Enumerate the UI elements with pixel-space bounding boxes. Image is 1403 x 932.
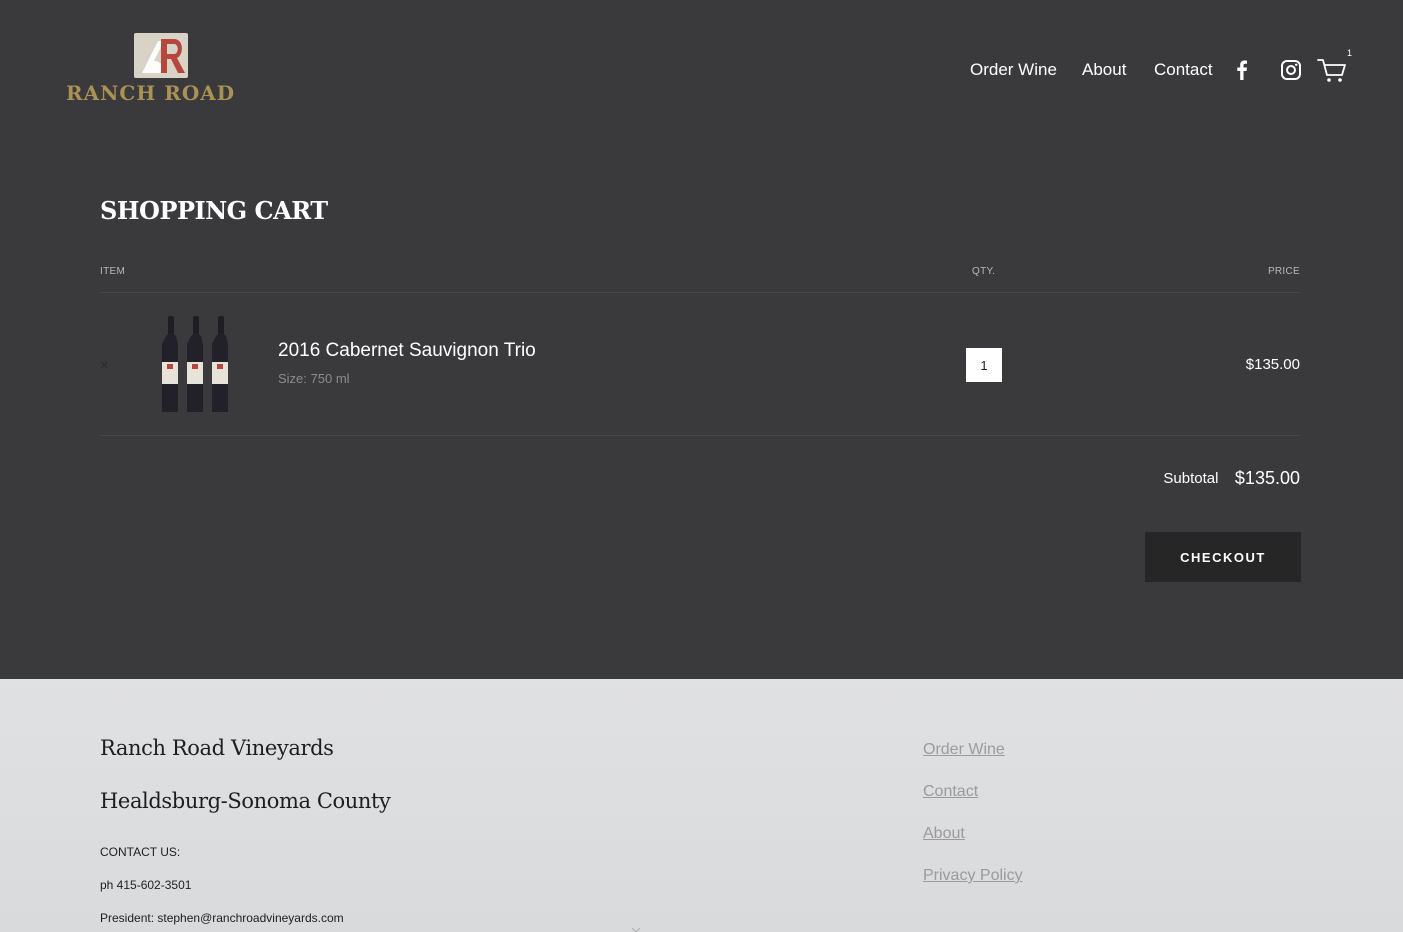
- footer-link-privacy-policy[interactable]: Privacy Policy: [923, 867, 1023, 885]
- quantity-input[interactable]: [966, 348, 1002, 382]
- subtotal-row: Subtotal $135.00: [1163, 468, 1300, 489]
- site-header: RANCH ROAD Order Wine About Contact 1: [0, 0, 1403, 140]
- footer-phone: ph 415-602-3501: [100, 878, 192, 892]
- cart-item-size: Size: 750 ml: [278, 371, 350, 386]
- page-title: SHOPPING CART: [100, 196, 328, 225]
- footer-location: Healdsburg-Sonoma County: [100, 789, 391, 813]
- facebook-icon[interactable]: [1230, 58, 1254, 82]
- chevron-down-icon[interactable]: [630, 921, 642, 932]
- footer-link-order-wine[interactable]: Order Wine: [923, 741, 1005, 759]
- cart-item-name[interactable]: 2016 Cabernet Sauvignon Trio: [278, 340, 536, 362]
- footer-link-about[interactable]: About: [923, 825, 965, 843]
- cart-item-price: $135.00: [1245, 356, 1300, 373]
- cart-count-badge: 1: [1347, 48, 1353, 58]
- brand-logo[interactable]: RANCH ROAD: [66, 33, 256, 105]
- nav-about[interactable]: About: [1082, 60, 1126, 80]
- column-header-price: PRICE: [1267, 266, 1300, 277]
- column-header-item: ITEM: [100, 266, 126, 277]
- remove-item-button[interactable]: ×: [100, 357, 114, 375]
- cart-icon[interactable]: [1316, 56, 1348, 84]
- divider: [100, 292, 1300, 293]
- nav-order-wine[interactable]: Order Wine: [970, 60, 1057, 80]
- footer-email[interactable]: President: stephen@ranchroadvineyards.co…: [100, 911, 344, 925]
- instagram-icon[interactable]: [1279, 58, 1303, 82]
- logo-monogram-icon: [134, 33, 188, 78]
- subtotal-value: $135.00: [1234, 468, 1300, 488]
- footer-business-name: Ranch Road Vineyards: [100, 736, 334, 760]
- checkout-button[interactable]: CHECKOUT: [1145, 532, 1301, 582]
- logo-wordmark: RANCH ROAD: [66, 81, 236, 105]
- divider: [100, 435, 1300, 436]
- footer-contact-heading: CONTACT US:: [100, 845, 181, 859]
- subtotal-label: Subtotal: [1163, 470, 1219, 487]
- nav-contact[interactable]: Contact: [1154, 60, 1213, 80]
- product-thumbnail[interactable]: [158, 316, 240, 416]
- column-header-qty: QTY.: [972, 266, 996, 277]
- footer-link-contact[interactable]: Contact: [923, 783, 978, 801]
